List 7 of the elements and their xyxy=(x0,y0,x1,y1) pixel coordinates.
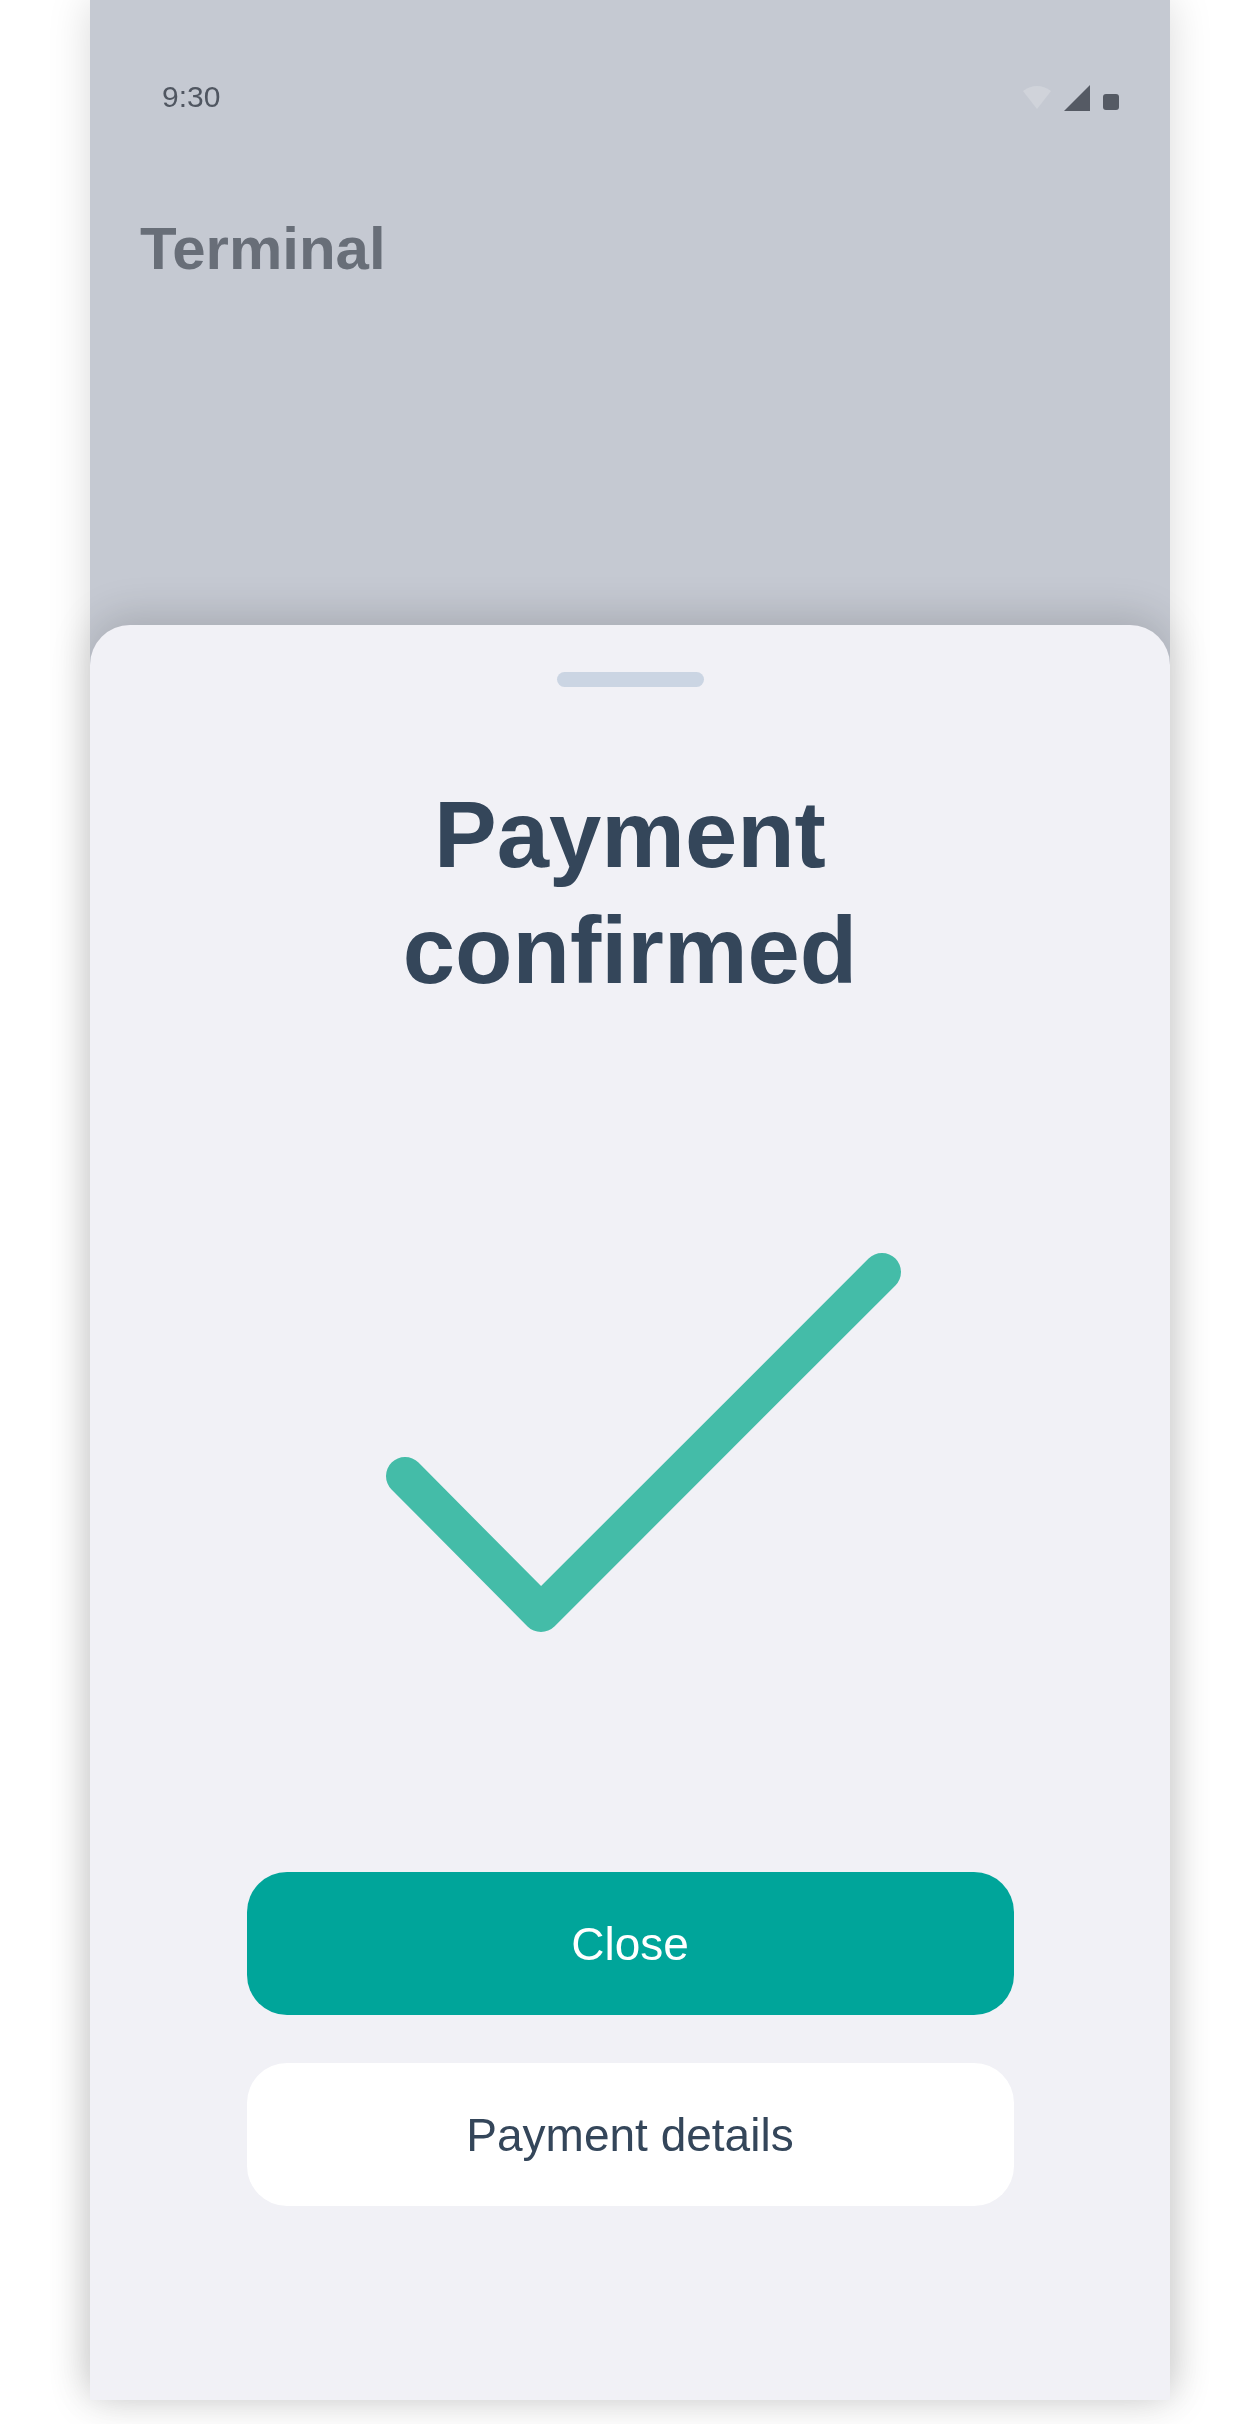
sheet-title: Payment confirmed xyxy=(401,781,859,1005)
details-button[interactable]: Payment details xyxy=(246,2063,1014,2206)
screen-title: Terminal xyxy=(140,214,386,283)
drag-handle[interactable] xyxy=(556,672,704,687)
signal-icon xyxy=(1062,83,1092,111)
battery-icon xyxy=(1102,93,1120,111)
status-time: 9:30 xyxy=(162,80,221,114)
